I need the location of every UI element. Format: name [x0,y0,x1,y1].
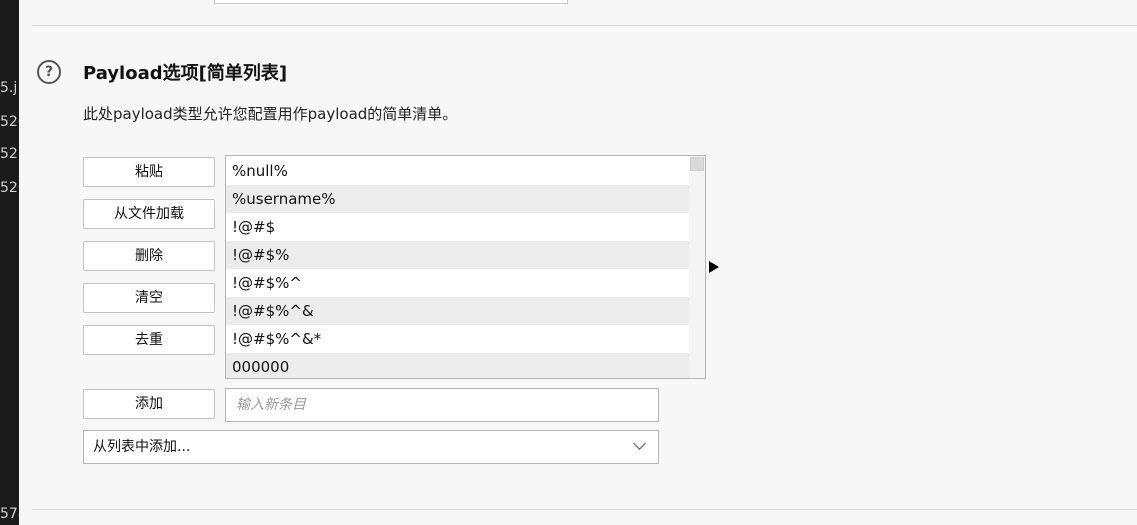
section-description: 此处payload类型允许您配置用作payload的简单清单。 [83,105,458,123]
list-scrollbar[interactable] [689,156,705,378]
editor-side-strip: 5.j 520 521 526 578 [0,0,19,525]
list-item[interactable]: %username% [226,185,689,213]
add-from-list-select[interactable]: 从列表中添加... [83,430,659,464]
deduplicate-button[interactable]: 去重 [83,325,215,355]
top-input-field[interactable] [214,0,568,4]
chevron-down-icon [633,437,646,450]
list-item[interactable]: !@#$%^&* [226,325,689,353]
side-text-fragment: 526 [0,180,19,196]
section-divider [32,509,1137,510]
payload-options-panel: ? Payload选项[简单列表] 此处payload类型允许您配置用作payl… [19,0,1137,525]
remove-button[interactable]: 删除 [83,241,215,271]
list-item[interactable]: !@#$%^& [226,297,689,325]
paste-button[interactable]: 粘贴 [83,157,215,187]
list-item[interactable]: !@#$% [226,241,689,269]
side-text-fragment: 578 [0,506,19,522]
scrollbar-thumb[interactable] [690,157,704,171]
add-button[interactable]: 添加 [83,389,215,419]
side-text-fragment: 5.j [0,80,18,96]
triangle-right-icon[interactable] [709,261,719,273]
help-icon[interactable]: ? [37,60,61,84]
list-item[interactable]: !@#$ [226,213,689,241]
payload-list[interactable]: %null% %username% !@#$ !@#$% !@#$%^ !@#$… [225,155,706,379]
load-from-file-button[interactable]: 从文件加载 [83,199,215,229]
side-text-fragment: 521 [0,146,19,162]
new-entry-input[interactable] [225,388,659,422]
list-item[interactable]: 000000 [226,353,689,378]
list-item[interactable]: !@#$%^ [226,269,689,297]
section-title: Payload选项[简单列表] [83,63,288,84]
side-text-fragment: 520 [0,114,19,130]
list-item[interactable]: %null% [226,157,689,185]
add-from-list-selected: 从列表中添加... [93,439,191,455]
clear-button[interactable]: 清空 [83,283,215,313]
section-divider [32,25,1137,26]
